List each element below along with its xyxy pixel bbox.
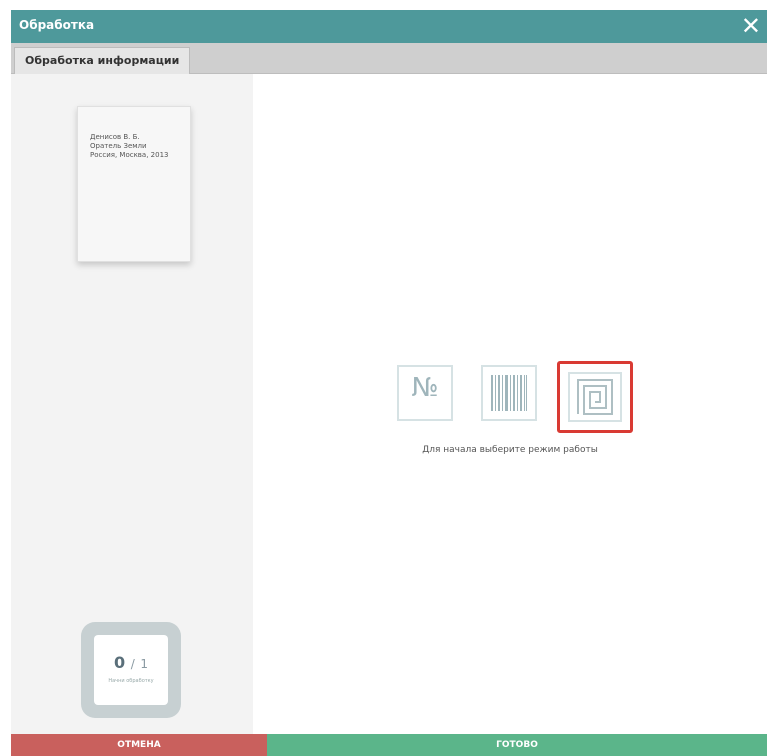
document-line: Денисов В. Б. — [90, 133, 140, 141]
counter-separator: / — [130, 657, 135, 671]
document-line: Оратель Земли — [90, 142, 147, 150]
dialog-titlebar: Обработка ✕ — [11, 10, 767, 43]
main-area: № Для начала выберите режим работы — [253, 74, 767, 734]
window-frame — [0, 0, 767, 10]
progress-counter: 0 / 1 Начни обработку — [81, 622, 181, 718]
counter-total: 1 — [140, 657, 148, 671]
done-button[interactable]: ГОТОВО — [267, 734, 767, 756]
number-sign-icon: № — [411, 373, 439, 403]
document-card[interactable]: Денисов В. Б. Оратель Земли Россия, Моск… — [77, 106, 191, 262]
mode-hint: Для начала выберите режим работы — [422, 445, 598, 455]
counter-value: 0 / 1 — [94, 653, 168, 672]
counter-current: 0 — [114, 653, 126, 672]
close-icon[interactable]: ✕ — [741, 12, 761, 40]
counter-label: Начни обработку — [108, 678, 154, 684]
mode-rfid-button[interactable] — [557, 361, 633, 433]
rfid-tag-icon — [577, 379, 613, 415]
cancel-button[interactable]: ОТМЕНА — [11, 734, 267, 756]
footer-bar: ОТМЕНА ГОТОВО — [11, 734, 767, 756]
mode-barcode-button[interactable] — [481, 365, 537, 421]
document-text: Денисов В. Б. Оратель Земли Россия, Моск… — [78, 107, 190, 160]
document-line: Россия, Москва, 2013 — [90, 151, 169, 159]
dialog-title: Обработка — [19, 18, 95, 32]
rfid-icon-frame — [568, 372, 622, 422]
tab-bar: Обработка информации — [11, 43, 767, 74]
left-panel: Денисов В. Б. Оратель Земли Россия, Моск… — [11, 74, 253, 734]
mode-number-button[interactable]: № — [397, 365, 453, 421]
barcode-icon — [491, 375, 527, 411]
progress-counter-inner: 0 / 1 Начни обработку — [94, 635, 168, 705]
tab-info-processing[interactable]: Обработка информации — [14, 47, 191, 74]
